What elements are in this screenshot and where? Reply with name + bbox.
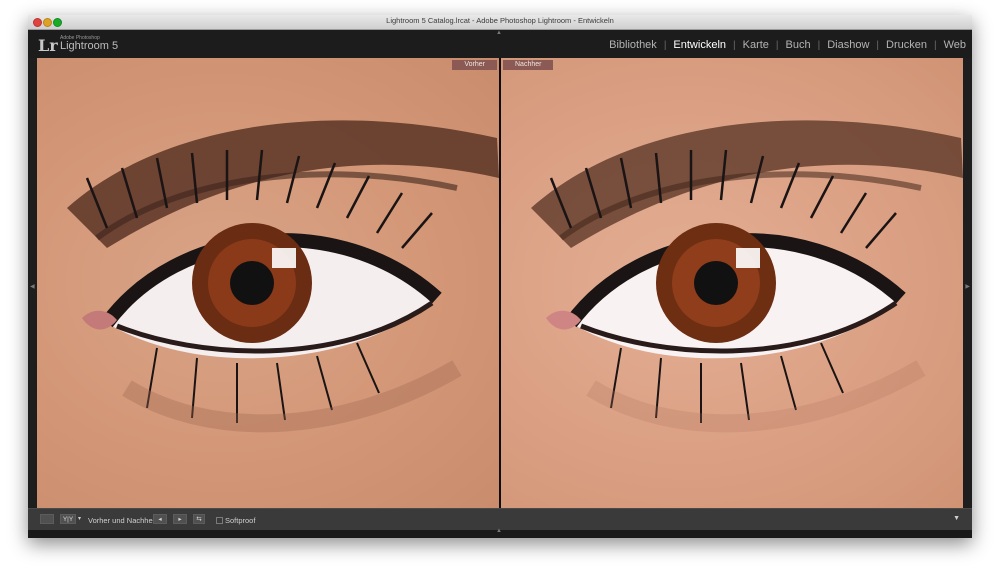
softproof-label: Softproof <box>225 516 256 525</box>
module-buch[interactable]: Buch <box>786 39 811 51</box>
after-image-pane[interactable]: Nachher <box>501 58 963 508</box>
module-karte[interactable]: Karte <box>743 39 769 51</box>
collapse-top-panel-icon[interactable]: ▲ <box>496 30 502 36</box>
before-after-mode-button[interactable]: Y|Y <box>60 514 76 524</box>
module-diashow[interactable]: Diashow <box>827 39 869 51</box>
before-label: Vorher <box>452 60 497 70</box>
toolbar-menu-chevron-down-icon[interactable]: ▼ <box>953 515 960 522</box>
module-picker: Bibliothek | Entwickeln | Karte | Buch |… <box>609 39 966 51</box>
module-entwickeln[interactable]: Entwickeln <box>673 39 726 51</box>
softproof-checkbox[interactable] <box>216 517 223 524</box>
module-separator: | <box>817 39 821 51</box>
module-separator: | <box>663 39 667 51</box>
before-after-label: Vorher und Nachher: <box>88 516 158 525</box>
module-bibliothek[interactable]: Bibliothek <box>609 39 657 51</box>
copy-settings-right-icon[interactable]: ▸ <box>173 514 187 524</box>
module-separator: | <box>876 39 879 51</box>
module-drucken[interactable]: Drucken <box>886 39 927 51</box>
collapse-left-panel-icon[interactable]: ◀ <box>30 283 35 290</box>
chevron-down-icon[interactable]: ▾ <box>78 515 81 522</box>
filmstrip-collapsed: ▲ <box>28 528 972 538</box>
before-image-pane[interactable]: Vorher <box>37 58 499 508</box>
eye-photo-after <box>531 120 963 433</box>
module-separator: | <box>733 39 736 51</box>
image-view: ◀ ▶ Vorher Nachher <box>28 58 972 508</box>
copy-settings-left-icon[interactable]: ◂ <box>153 514 167 524</box>
collapse-bottom-panel-icon[interactable]: ▲ <box>496 528 502 534</box>
lightroom-logo: Lr <box>38 36 58 55</box>
after-label: Nachher <box>503 60 554 70</box>
eye-photo-before <box>67 120 499 433</box>
loupe-view-icon[interactable] <box>40 514 54 524</box>
collapse-right-panel-icon[interactable]: ▶ <box>965 283 970 290</box>
title-bar: Lightroom 5 Catalog.lrcat - Adobe Photos… <box>28 15 972 30</box>
lightroom-window: Lightroom 5 Catalog.lrcat - Adobe Photos… <box>28 15 972 538</box>
swap-icon[interactable]: ⇆ <box>193 514 205 524</box>
window-title: Lightroom 5 Catalog.lrcat - Adobe Photos… <box>386 16 614 25</box>
module-separator: | <box>933 39 937 51</box>
app-name: Lightroom 5 <box>60 40 119 52</box>
module-separator: | <box>775 39 779 51</box>
module-bar: ▲ Lr Adobe Photoshop Lightroom 5 Bibliot… <box>28 30 972 58</box>
module-web[interactable]: Web <box>944 39 966 51</box>
